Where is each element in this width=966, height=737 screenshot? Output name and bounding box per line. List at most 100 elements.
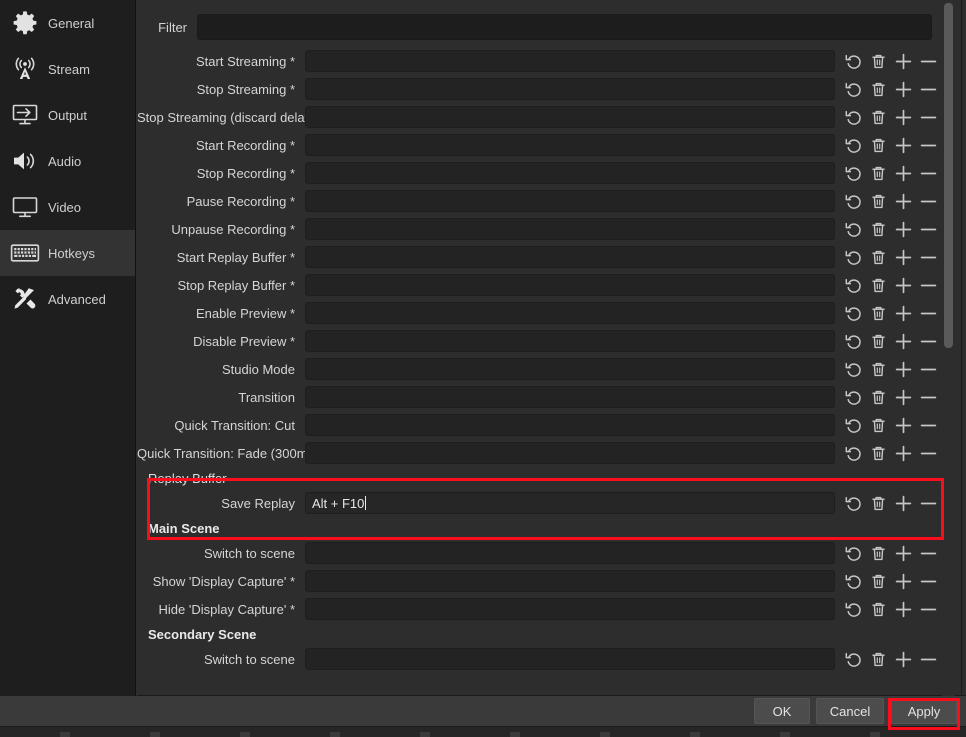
revert-hotkey-button[interactable] (841, 301, 866, 325)
add-hotkey-button[interactable] (891, 385, 916, 409)
hotkey-input[interactable] (305, 598, 835, 620)
revert-hotkey-button[interactable] (841, 491, 866, 515)
clear-hotkey-button[interactable] (866, 189, 891, 213)
sidebar-item-advanced[interactable]: Advanced (0, 276, 135, 322)
add-hotkey-button[interactable] (891, 273, 916, 297)
remove-hotkey-button[interactable] (916, 569, 941, 593)
sidebar-item-general[interactable]: General (0, 0, 135, 46)
revert-hotkey-button[interactable] (841, 569, 866, 593)
remove-hotkey-button[interactable] (916, 413, 941, 437)
remove-hotkey-button[interactable] (916, 189, 941, 213)
clear-hotkey-button[interactable] (866, 491, 891, 515)
add-hotkey-button[interactable] (891, 647, 916, 671)
hotkey-input[interactable] (305, 542, 835, 564)
add-hotkey-button[interactable] (891, 301, 916, 325)
clear-hotkey-button[interactable] (866, 77, 891, 101)
clear-hotkey-button[interactable] (866, 597, 891, 621)
revert-hotkey-button[interactable] (841, 77, 866, 101)
sidebar-item-video[interactable]: Video (0, 184, 135, 230)
add-hotkey-button[interactable] (891, 541, 916, 565)
remove-hotkey-button[interactable] (916, 161, 941, 185)
add-hotkey-button[interactable] (891, 597, 916, 621)
add-hotkey-button[interactable] (891, 49, 916, 73)
clear-hotkey-button[interactable] (866, 133, 891, 157)
remove-hotkey-button[interactable] (916, 647, 941, 671)
remove-hotkey-button[interactable] (916, 77, 941, 101)
revert-hotkey-button[interactable] (841, 385, 866, 409)
hotkey-input[interactable] (305, 78, 835, 100)
hotkey-input[interactable] (305, 414, 835, 436)
revert-hotkey-button[interactable] (841, 105, 866, 129)
remove-hotkey-button[interactable] (916, 597, 941, 621)
add-hotkey-button[interactable] (891, 569, 916, 593)
revert-hotkey-button[interactable] (841, 273, 866, 297)
hotkey-input[interactable] (305, 274, 835, 296)
add-hotkey-button[interactable] (891, 329, 916, 353)
sidebar-item-stream[interactable]: Stream (0, 46, 135, 92)
remove-hotkey-button[interactable] (916, 217, 941, 241)
hotkey-input[interactable] (305, 570, 835, 592)
remove-hotkey-button[interactable] (916, 133, 941, 157)
clear-hotkey-button[interactable] (866, 541, 891, 565)
remove-hotkey-button[interactable] (916, 385, 941, 409)
hotkey-input[interactable] (305, 162, 835, 184)
revert-hotkey-button[interactable] (841, 161, 866, 185)
hotkey-input[interactable] (305, 246, 835, 268)
revert-hotkey-button[interactable] (841, 49, 866, 73)
revert-hotkey-button[interactable] (841, 413, 866, 437)
add-hotkey-button[interactable] (891, 133, 916, 157)
hotkey-input[interactable] (305, 134, 835, 156)
hotkey-input[interactable] (305, 358, 835, 380)
add-hotkey-button[interactable] (891, 77, 916, 101)
clear-hotkey-button[interactable] (866, 329, 891, 353)
hotkey-input[interactable] (305, 106, 835, 128)
revert-hotkey-button[interactable] (841, 647, 866, 671)
remove-hotkey-button[interactable] (916, 273, 941, 297)
filter-input[interactable] (197, 14, 932, 40)
cancel-button[interactable]: Cancel (816, 698, 884, 724)
remove-hotkey-button[interactable] (916, 245, 941, 269)
revert-hotkey-button[interactable] (841, 245, 866, 269)
hotkey-input[interactable] (305, 50, 835, 72)
remove-hotkey-button[interactable] (916, 491, 941, 515)
revert-hotkey-button[interactable] (841, 189, 866, 213)
hotkey-input[interactable] (305, 190, 835, 212)
add-hotkey-button[interactable] (891, 441, 916, 465)
vertical-scrollbar[interactable] (942, 0, 955, 696)
remove-hotkey-button[interactable] (916, 301, 941, 325)
hotkey-input[interactable] (305, 648, 835, 670)
hotkey-input[interactable]: Alt + F10 (305, 492, 835, 514)
remove-hotkey-button[interactable] (916, 541, 941, 565)
hotkey-input[interactable] (305, 442, 835, 464)
clear-hotkey-button[interactable] (866, 569, 891, 593)
clear-hotkey-button[interactable] (866, 217, 891, 241)
add-hotkey-button[interactable] (891, 217, 916, 241)
clear-hotkey-button[interactable] (866, 245, 891, 269)
revert-hotkey-button[interactable] (841, 329, 866, 353)
clear-hotkey-button[interactable] (866, 105, 891, 129)
sidebar-item-hotkeys[interactable]: Hotkeys (0, 230, 135, 276)
revert-hotkey-button[interactable] (841, 217, 866, 241)
remove-hotkey-button[interactable] (916, 357, 941, 381)
hotkey-input[interactable] (305, 302, 835, 324)
revert-hotkey-button[interactable] (841, 357, 866, 381)
clear-hotkey-button[interactable] (866, 647, 891, 671)
remove-hotkey-button[interactable] (916, 441, 941, 465)
revert-hotkey-button[interactable] (841, 597, 866, 621)
sidebar-item-audio[interactable]: Audio (0, 138, 135, 184)
hotkey-input[interactable] (305, 386, 835, 408)
remove-hotkey-button[interactable] (916, 105, 941, 129)
hotkey-input[interactable] (305, 218, 835, 240)
revert-hotkey-button[interactable] (841, 133, 866, 157)
clear-hotkey-button[interactable] (866, 357, 891, 381)
add-hotkey-button[interactable] (891, 357, 916, 381)
clear-hotkey-button[interactable] (866, 161, 891, 185)
clear-hotkey-button[interactable] (866, 413, 891, 437)
scrollbar-thumb[interactable] (944, 3, 953, 348)
clear-hotkey-button[interactable] (866, 273, 891, 297)
revert-hotkey-button[interactable] (841, 441, 866, 465)
ok-button[interactable]: OK (754, 698, 810, 724)
revert-hotkey-button[interactable] (841, 541, 866, 565)
add-hotkey-button[interactable] (891, 105, 916, 129)
clear-hotkey-button[interactable] (866, 385, 891, 409)
